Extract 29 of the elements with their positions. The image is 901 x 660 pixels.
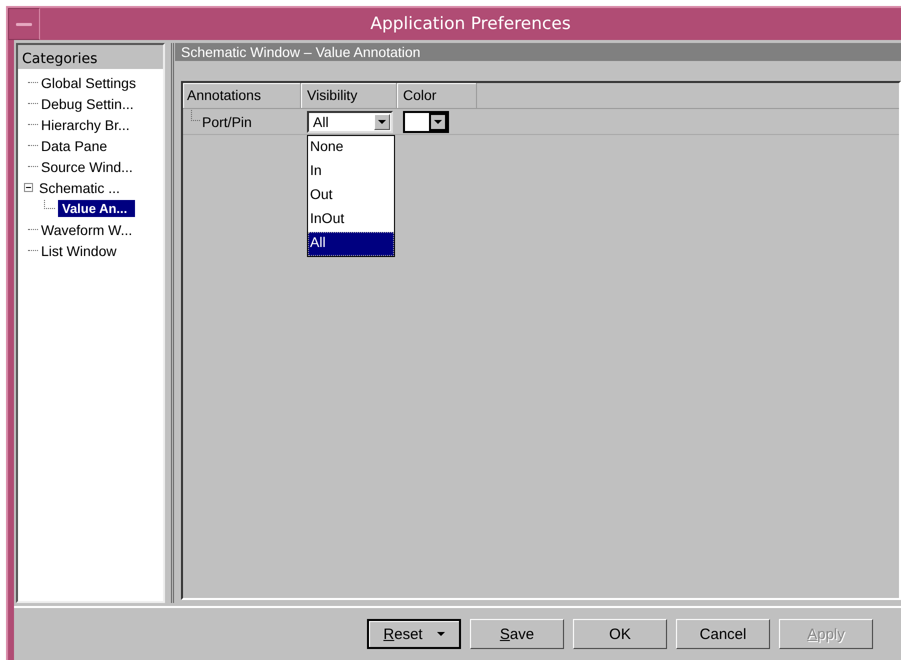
color-picker[interactable] — [403, 110, 449, 132]
tree-item[interactable]: Source Wind... — [39, 158, 135, 174]
column-header: Annotations — [183, 83, 301, 109]
dropdown-option[interactable]: In — [308, 160, 394, 184]
tree-item[interactable]: Value An... — [58, 200, 136, 217]
window-menu-button[interactable] — [8, 8, 40, 40]
tree-item[interactable]: Global Settings — [39, 74, 138, 90]
dialog-button[interactable]: Reset — [367, 619, 461, 649]
panel-title: Schematic Window – Value Annotation — [175, 43, 901, 61]
column-header: Visibility — [301, 83, 397, 109]
dialog-button[interactable]: OK — [573, 619, 667, 649]
categories-header: Categories — [18, 45, 163, 70]
tree-item[interactable]: Hierarchy Br... — [39, 116, 132, 132]
dropdown-option[interactable]: None — [308, 136, 394, 160]
dialog-button[interactable]: Cancel — [676, 619, 770, 649]
column-header: Color — [397, 83, 477, 109]
tree-item[interactable]: Waveform W... — [39, 222, 134, 238]
table-cell: Port/Pin — [202, 114, 252, 130]
dropdown-option[interactable]: InOut — [308, 208, 394, 232]
dropdown-option[interactable]: Out — [308, 184, 394, 208]
tree-item[interactable]: List Window — [39, 242, 118, 258]
tree-item[interactable]: Data Pane — [39, 138, 110, 154]
tree-item[interactable]: Schematic ... — [37, 180, 122, 196]
visibility-dropdown[interactable]: All — [307, 110, 393, 132]
dialog-button[interactable]: Save — [470, 619, 564, 649]
window-title: Application Preferences — [369, 14, 572, 34]
tree-item[interactable]: Debug Settin... — [39, 96, 136, 112]
collapse-icon[interactable] — [24, 183, 33, 192]
dropdown-option[interactable]: All — [308, 232, 394, 256]
